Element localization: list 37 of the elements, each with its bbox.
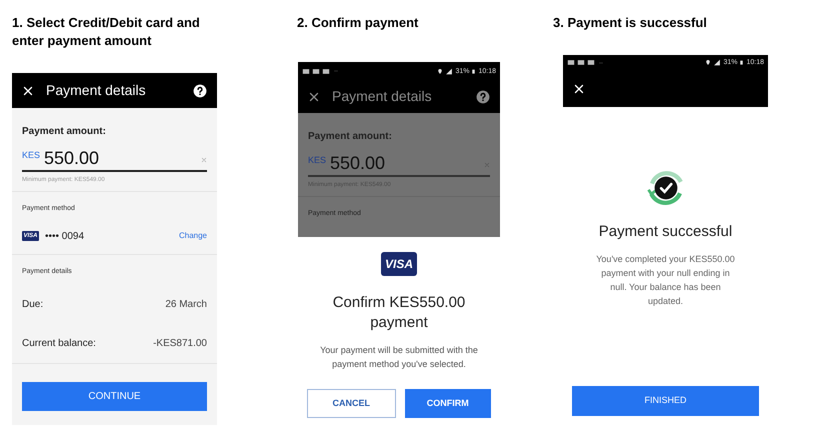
amount-value: 550.00 <box>44 149 100 167</box>
confirm-button[interactable]: CONFIRM <box>404 389 491 418</box>
step-caption: 1. Select Credit/Debit card and enter payment amount <box>12 14 201 50</box>
screen-title: Payment details <box>332 87 433 106</box>
visa-logo: VISA <box>381 252 417 276</box>
currency-code: KES <box>308 154 326 167</box>
location-icon <box>437 68 444 74</box>
location-icon <box>705 59 712 66</box>
field-label: Payment amount: <box>308 130 393 144</box>
currency-code: KES <box>22 149 40 162</box>
amount-field[interactable]: KES 550.00 <box>22 149 207 172</box>
detail-label: Due: <box>22 298 44 312</box>
help-icon[interactable] <box>476 90 490 104</box>
success-message: You've completed your KES550.00 payment with your null ending in null. Your balance has been updated. <box>596 252 736 308</box>
success-heading: Payment successful <box>598 222 732 242</box>
finished-button[interactable]: FINISHED <box>572 386 759 416</box>
field-label: Payment amount: <box>22 125 107 139</box>
battery-icon <box>739 59 744 66</box>
card-number: •••• 0094 <box>45 230 86 244</box>
amount-field[interactable]: KES 550.00 <box>308 154 490 177</box>
change-link[interactable]: Change <box>178 230 207 242</box>
dialog-message: Your payment will be submitted with the payment method you've selected. <box>319 344 479 371</box>
help-icon[interactable] <box>193 84 207 98</box>
continue-button[interactable]: CONTINUE <box>22 382 207 411</box>
step-caption: 3. Payment is successful <box>553 14 708 32</box>
detail-label: Current balance: <box>22 337 96 351</box>
signal-icon <box>713 59 722 66</box>
signal-icon <box>445 68 454 74</box>
screen-title: Payment details <box>46 81 147 100</box>
amount-value: 550.00 <box>330 154 386 172</box>
close-icon[interactable] <box>308 90 320 102</box>
detail-value: -KES871.00 <box>153 337 207 351</box>
cancel-button[interactable]: CANCEL <box>307 389 396 418</box>
detail-value: 26 March <box>165 298 207 312</box>
battery-icon <box>471 68 476 74</box>
step-caption: 2. Confirm payment <box>297 14 420 32</box>
dialog-heading: Confirm KES550.00 payment <box>332 293 466 333</box>
